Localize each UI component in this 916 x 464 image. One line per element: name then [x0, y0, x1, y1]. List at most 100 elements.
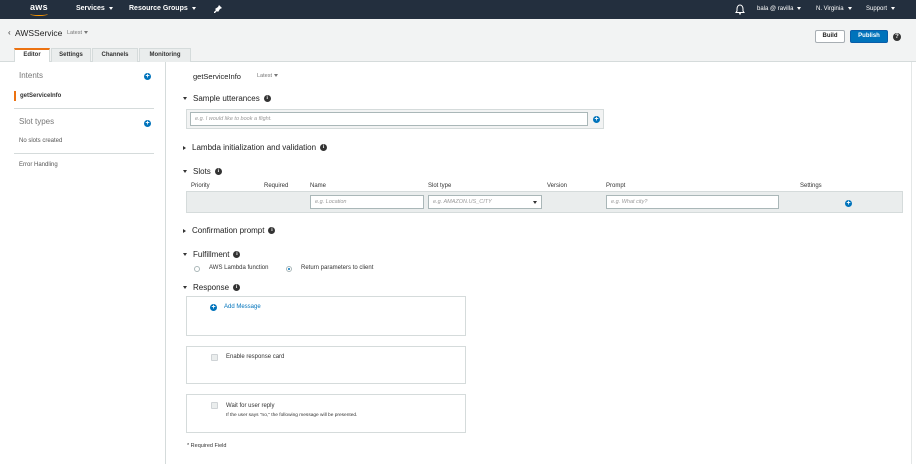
slot-header-version: Version [547, 183, 568, 189]
sidebar-item-error-handling[interactable]: Error Handling [19, 162, 58, 168]
radio-aws-lambda-label: AWS Lambda function [209, 265, 269, 271]
tab-monitoring[interactable]: Monitoring [139, 48, 191, 62]
slot-header-required: Required [264, 183, 289, 189]
publish-button[interactable]: Publish [850, 30, 888, 43]
utterance-input[interactable]: e.g. I would like to book a flight. [190, 112, 588, 126]
enable-response-card-checkbox[interactable] [211, 354, 218, 361]
slot-header-slot-type: Slot type [428, 183, 452, 189]
sidebar-divider [14, 108, 154, 109]
collapse-arrow-icon [183, 170, 187, 174]
new-slot-row [186, 191, 903, 213]
intent-title: getServiceInfo [193, 72, 241, 81]
region-menu[interactable]: N. Virginia [816, 6, 852, 12]
collapse-arrow-icon [183, 97, 187, 101]
radio-return-parameters[interactable] [286, 266, 292, 272]
user-menu-label: bala @ ravilla [757, 6, 794, 12]
chevron-down-icon [847, 6, 852, 10]
build-button[interactable]: Build [815, 30, 845, 43]
add-message-icon[interactable]: + [210, 304, 217, 311]
collapse-arrow-icon [183, 286, 187, 290]
expand-arrow-icon [183, 145, 186, 150]
support-menu-label: Support [866, 6, 888, 12]
slot-header-prompt: Prompt [606, 183, 626, 189]
confirmation-prompt-section-toggle[interactable]: Confirmation prompt i [183, 226, 276, 235]
response-heading: Response [193, 283, 230, 292]
chevron-down-icon [273, 74, 278, 78]
slot-type-select[interactable]: e.g. AMAZON.US_CITY [428, 195, 542, 209]
intent-version-dropdown[interactable]: Latest [257, 73, 278, 79]
bot-version-label: Latest [67, 30, 82, 36]
lambda-init-heading: Lambda initialization and validation [192, 143, 317, 152]
chevron-down-icon [83, 31, 88, 35]
aws-logo-smile-icon [30, 12, 48, 16]
required-field-note: * Required Field [187, 443, 227, 449]
slot-name-input[interactable]: e.g. Location [310, 195, 424, 209]
chevron-down-icon [108, 6, 113, 10]
wait-for-reply-note: If the user says "no," the following mes… [226, 413, 358, 418]
scrollbar-track[interactable] [911, 62, 912, 464]
services-menu-label: Services [76, 5, 105, 12]
chevron-down-icon [191, 6, 196, 10]
enable-response-card-label: Enable response card [226, 354, 285, 360]
tab-editor[interactable]: Editor [14, 48, 50, 62]
slot-header-priority: Priority [191, 183, 210, 189]
lambda-init-section-toggle[interactable]: Lambda initialization and validation i [183, 143, 328, 152]
expand-arrow-icon [183, 228, 186, 233]
resource-groups-menu[interactable]: Resource Groups [129, 5, 196, 12]
slot-header-settings: Settings [800, 183, 822, 189]
info-icon[interactable]: i [263, 95, 271, 103]
collapse-arrow-icon [183, 253, 187, 257]
fulfillment-heading: Fulfillment [193, 250, 230, 259]
response-message-panel [186, 296, 466, 336]
radio-return-parameters-label: Return parameters to client [301, 265, 374, 271]
region-menu-label: N. Virginia [816, 6, 844, 12]
tab-settings[interactable]: Settings [51, 48, 91, 62]
aws-logo-text: aws [30, 2, 48, 12]
top-nav-bar: aws Services Resource Groups bala @ ravi… [0, 0, 916, 19]
intent-version-label: Latest [257, 73, 272, 79]
confirmation-prompt-heading: Confirmation prompt [192, 226, 265, 235]
add-slot-button[interactable]: + [845, 200, 852, 207]
add-message-link[interactable]: Add Message [224, 304, 261, 310]
info-icon[interactable]: i [233, 284, 241, 292]
bot-version-dropdown[interactable]: Latest [67, 30, 88, 36]
fulfillment-section-toggle[interactable]: Fulfillment i [183, 250, 241, 259]
slots-section-toggle[interactable]: Slots i [183, 167, 222, 176]
slot-prompt-input[interactable]: e.g. What city? [606, 195, 779, 209]
add-slot-type-button[interactable]: + [144, 120, 151, 127]
chevron-down-icon [797, 6, 802, 10]
info-icon[interactable]: i [233, 251, 241, 259]
slots-heading: Slots [193, 167, 211, 176]
tab-channels[interactable]: Channels [92, 48, 138, 62]
add-intent-button[interactable]: + [144, 73, 151, 80]
response-section-toggle[interactable]: Response i [183, 283, 241, 292]
wait-for-reply-label: Wait for user reply [226, 403, 275, 409]
help-icon[interactable]: ? [893, 33, 901, 41]
sample-utterances-section-toggle[interactable]: Sample utterances i [183, 94, 271, 103]
add-utterance-button[interactable]: + [593, 116, 600, 123]
bell-icon[interactable] [735, 4, 745, 15]
info-icon[interactable]: i [320, 144, 328, 152]
user-menu[interactable]: bala @ ravilla [757, 6, 802, 12]
bot-title: AWSService [15, 28, 63, 38]
info-icon[interactable]: i [268, 227, 276, 235]
slot-header-name: Name [310, 183, 327, 189]
info-icon[interactable]: i [214, 168, 222, 176]
support-menu[interactable]: Support [866, 6, 896, 12]
back-arrow-icon[interactable]: ‹ [8, 28, 11, 37]
wait-for-reply-checkbox[interactable] [211, 402, 218, 409]
sample-utterances-heading: Sample utterances [193, 94, 260, 103]
no-slots-text: No slots created [19, 138, 63, 144]
sidebar-divider [14, 153, 154, 154]
resource-groups-menu-label: Resource Groups [129, 5, 188, 12]
chevron-down-icon [533, 201, 537, 204]
chevron-down-icon [891, 6, 896, 10]
slot-types-heading: Slot types [19, 117, 55, 126]
response-card-panel [186, 346, 466, 384]
services-menu[interactable]: Services [76, 5, 113, 12]
sidebar-item-getserviceinfo[interactable]: getServiceInfo [14, 91, 61, 101]
radio-aws-lambda[interactable] [194, 266, 200, 272]
aws-logo[interactable]: aws [28, 2, 50, 17]
pin-icon[interactable] [213, 4, 223, 14]
slot-type-placeholder: e.g. AMAZON.US_CITY [433, 199, 492, 205]
